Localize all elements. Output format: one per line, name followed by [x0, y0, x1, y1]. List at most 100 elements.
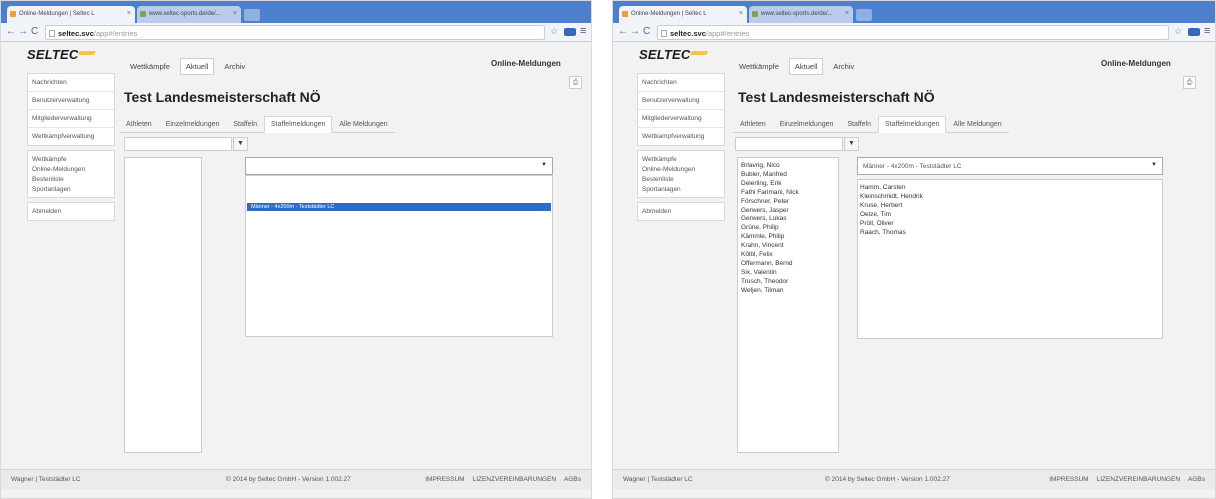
athlete-item[interactable]: Delerling, Erik	[741, 180, 835, 189]
menu-icon[interactable]: ≡	[1204, 25, 1210, 37]
forward-icon[interactable]: →	[630, 26, 640, 38]
sidebar-group-logout: Abmelden	[27, 202, 115, 221]
sidebar-item-wettkaempfe[interactable]: Wettkämpfe	[28, 154, 114, 164]
tab-alle-meldungen[interactable]: Alle Meldungen	[332, 116, 394, 133]
relay-member-item[interactable]: Hamm, Carsten	[860, 184, 1160, 193]
print-button[interactable]: ⎙	[569, 76, 582, 89]
close-icon[interactable]: ×	[739, 10, 743, 17]
athlete-item[interactable]: Krahn, Vincent	[741, 242, 835, 251]
sidebar-item-bestenliste[interactable]: Bestenliste	[638, 174, 724, 184]
reload-icon[interactable]: C	[643, 26, 650, 38]
athlete-item[interactable]: Gerwers, Jasper	[741, 207, 835, 216]
back-icon[interactable]: ←	[618, 26, 628, 38]
athlete-item[interactable]: Trusch, Theodor	[741, 278, 835, 287]
star-icon[interactable]: ☆	[1174, 26, 1182, 37]
back-icon[interactable]: ←	[6, 26, 16, 38]
tab-staffelmeldungen[interactable]: Staffelmeldungen	[264, 116, 333, 133]
sidebar-item-online-meldungen[interactable]: Online-Meldungen	[28, 164, 114, 174]
reload-icon[interactable]: C	[31, 26, 38, 38]
athlete-item[interactable]: Kölbl, Felix	[741, 251, 835, 260]
close-icon[interactable]: ×	[233, 10, 237, 17]
star-icon[interactable]: ☆	[550, 26, 558, 37]
sidebar-item-nachrichten[interactable]: Nachrichten	[28, 74, 114, 92]
athlete-filter-input[interactable]	[124, 137, 232, 151]
sidebar-item-benutzerverwaltung[interactable]: Benutzerverwaltung	[28, 92, 114, 110]
extension-icon[interactable]	[564, 28, 576, 36]
forward-icon[interactable]: →	[18, 26, 28, 38]
athlete-item[interactable]: Bubler, Manfred	[741, 171, 835, 180]
tab-athleten[interactable]: Athleten	[733, 116, 773, 133]
relay-member-item[interactable]: Kruse, Herbert	[860, 202, 1160, 211]
sidebar-item-sportanlagen[interactable]: Sportanlagen	[638, 184, 724, 194]
relay-member-list[interactable]: Hamm, Carsten Kleinschmidt, Hendrik Krus…	[857, 179, 1163, 339]
athlete-item[interactable]: Fathi Farimani, Nick	[741, 189, 835, 198]
athlete-filter-input[interactable]	[735, 137, 843, 151]
sidebar-item-wettkaempfe[interactable]: Wettkämpfe	[638, 154, 724, 164]
seltec-logo: SELTEC	[639, 47, 691, 62]
dropdown-option-selected[interactable]: Männer - 4x200m - Teststädter LC	[247, 203, 551, 211]
tab-staffelmeldungen[interactable]: Staffelmeldungen	[878, 116, 947, 133]
footer-link-agbs[interactable]: AGBs	[564, 476, 581, 483]
sidebar-item-nachrichten[interactable]: Nachrichten	[638, 74, 724, 92]
athlete-item[interactable]: Brlavrig, Nico	[741, 162, 835, 171]
menu-icon[interactable]: ≡	[580, 25, 586, 37]
print-button[interactable]: ⎙	[1183, 76, 1196, 89]
relay-select[interactable]: ▼	[245, 157, 553, 175]
relay-select[interactable]: Männer - 4x200m - Teststädter LC ▼	[857, 157, 1163, 175]
athlete-item[interactable]: Förschner, Peter	[741, 198, 835, 207]
athlete-item[interactable]: Weljen, Tilman	[741, 287, 835, 296]
relay-member-item[interactable]: Pröll, Oliver	[860, 220, 1160, 229]
sidebar-item-benutzerverwaltung[interactable]: Benutzerverwaltung	[638, 92, 724, 110]
filter-icon[interactable]: ▼	[844, 137, 859, 151]
athlete-item[interactable]: Grüne, Philip	[741, 224, 835, 233]
footer: Wagner | Teststädter LC © 2014 by Seltec…	[1, 469, 591, 489]
sidebar-item-bestenliste[interactable]: Bestenliste	[28, 174, 114, 184]
athlete-item[interactable]: Gerwers, Lukas	[741, 215, 835, 224]
url-input[interactable]: seltec.svc/app#/entries	[657, 25, 1169, 40]
browser-tab-active[interactable]: Online-Meldungen | Seltec L ×	[619, 6, 747, 23]
browser-tab-second[interactable]: www.seltec-sports.de/de/... ×	[749, 6, 853, 23]
athlete-list[interactable]: Brlavrig, Nico Bubler, Manfred Delerling…	[737, 157, 839, 453]
browser-window-right: Online-Meldungen | Seltec L × www.seltec…	[612, 0, 1216, 499]
page-icon	[49, 30, 55, 37]
close-icon[interactable]: ×	[845, 10, 849, 17]
favicon-icon	[622, 11, 628, 17]
sidebar: Nachrichten Benutzerverwaltung Mitgliede…	[637, 73, 725, 225]
sidebar-item-wettkampfverwaltung[interactable]: Wettkampfverwaltung	[28, 128, 114, 145]
extension-icon[interactable]	[1188, 28, 1200, 36]
sidebar-item-online-meldungen[interactable]: Online-Meldungen	[638, 164, 724, 174]
filter-icon[interactable]: ▼	[233, 137, 248, 151]
tab-einzelmeldungen[interactable]: Einzelmeldungen	[773, 116, 841, 133]
tab-alle-meldungen[interactable]: Alle Meldungen	[946, 116, 1008, 133]
tab-staffeln[interactable]: Staffeln	[226, 116, 264, 133]
relay-member-item[interactable]: Kleinschmidt, Hendrik	[860, 193, 1160, 202]
sidebar-group-public: Wettkämpfe Online-Meldungen Bestenliste …	[27, 150, 115, 198]
athlete-item[interactable]: Kämmle, Philip	[741, 233, 835, 242]
sidebar-item-mitgliederverwaltung[interactable]: Mitgliederverwaltung	[638, 110, 724, 128]
tab-einzelmeldungen[interactable]: Einzelmeldungen	[159, 116, 227, 133]
relay-member-item[interactable]: Raach, Thomas	[860, 229, 1160, 238]
footer-link-impressum[interactable]: IMPRESSUM	[1049, 476, 1088, 483]
footer-link-lizenz[interactable]: LIZENZVEREINBARUNGEN	[1097, 476, 1180, 483]
athlete-item[interactable]: Six, Valentin	[741, 269, 835, 278]
athlete-item[interactable]: Offermann, Bernd	[741, 260, 835, 269]
sidebar-item-wettkampfverwaltung[interactable]: Wettkampfverwaltung	[638, 128, 724, 145]
url-input[interactable]: seltec.svc/app#/entries	[45, 25, 545, 40]
sidebar-item-abmelden[interactable]: Abmelden	[28, 203, 114, 220]
footer-link-impressum[interactable]: IMPRESSUM	[425, 476, 464, 483]
footer-link-lizenz[interactable]: LIZENZVEREINBARUNGEN	[473, 476, 556, 483]
sidebar-item-abmelden[interactable]: Abmelden	[638, 203, 724, 220]
footer-link-agbs[interactable]: AGBs	[1188, 476, 1205, 483]
close-icon[interactable]: ×	[127, 10, 131, 17]
tab-athleten[interactable]: Athleten	[119, 116, 159, 133]
relay-member-item[interactable]: Oelze, Tim	[860, 211, 1160, 220]
logo-swoosh-icon	[690, 51, 708, 55]
athlete-list[interactable]	[124, 157, 202, 453]
browser-tab-active[interactable]: Online-Meldungen | Seltec L ×	[7, 6, 135, 23]
new-tab-button[interactable]	[244, 9, 260, 21]
new-tab-button[interactable]	[856, 9, 872, 21]
sidebar-item-mitgliederverwaltung[interactable]: Mitgliederverwaltung	[28, 110, 114, 128]
tab-staffeln[interactable]: Staffeln	[840, 116, 878, 133]
browser-tab-second[interactable]: www.seltec-sports.de/de/... ×	[137, 6, 241, 23]
sidebar-item-sportanlagen[interactable]: Sportanlagen	[28, 184, 114, 194]
